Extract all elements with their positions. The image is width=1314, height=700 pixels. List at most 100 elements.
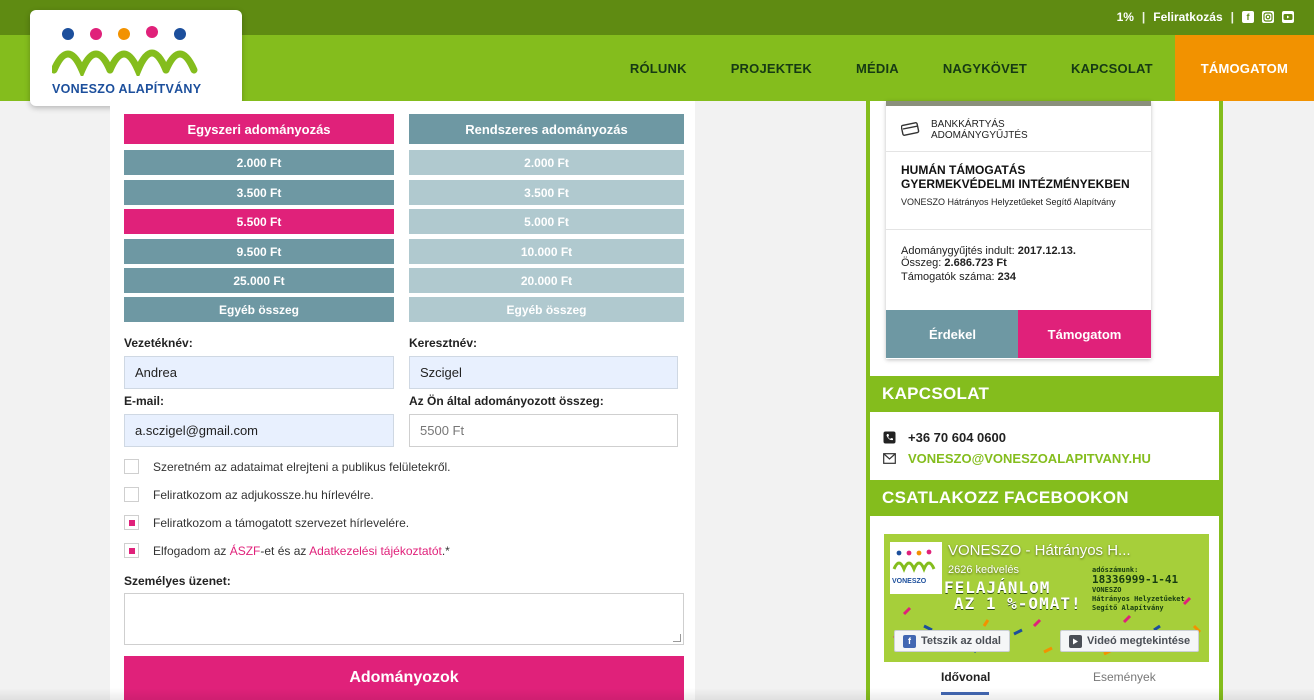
privacy-link[interactable]: Adatkezelési tájékoztatót [309, 544, 442, 558]
message-label: Személyes üzenet: [124, 574, 231, 588]
terms-pre-text: Elfogadom az [153, 543, 230, 558]
contact-heading: KAPCSOLAT [870, 376, 1223, 412]
tax-org-3: Segítő Alapítvány [1092, 604, 1164, 612]
sum-label: Összeg: [901, 257, 945, 269]
facebook-page-title[interactable]: VONESZO - Hátrányos H... [948, 542, 1131, 559]
bottom-shadow [0, 688, 1314, 700]
checkbox-row-newsletter-org: Feliratkozom a támogatott szervezet hírl… [124, 515, 409, 530]
newsletter-site-label: Feliratkozom az adjukossze.hu hírlevélre… [153, 487, 374, 502]
support-button[interactable]: Támogatom [1018, 310, 1151, 358]
one-percent-link[interactable]: 1% [1117, 10, 1134, 24]
terms-post-text: .* [441, 543, 450, 558]
resize-handle-icon[interactable] [673, 634, 681, 642]
amount-label: Az Ön által adományozott összeg: [409, 394, 604, 408]
tax-number: 18336999-1-41 [1092, 573, 1179, 586]
amount-recurring-option[interactable]: 3.500 Ft [409, 180, 684, 205]
tab-once-donation[interactable]: Egyszeri adományozás [124, 114, 394, 144]
facebook-heading: CSATLAKOZZ FACEBOOKON [870, 480, 1223, 516]
terms-checkbox[interactable] [124, 543, 139, 558]
amount-once-option[interactable]: 25.000 Ft [124, 268, 394, 293]
facebook-video-button[interactable]: Videó megtekintése [1060, 630, 1200, 652]
facebook-widget[interactable]: VONESZO VONESZO - Hátrányos H... 2626 ke… [884, 534, 1209, 662]
nav-item-projektek[interactable]: PROJEKTEK [709, 35, 834, 101]
amount-once-option[interactable]: 2.000 Ft [124, 150, 394, 175]
envelope-icon [883, 452, 896, 465]
amount-once-other[interactable]: Egyéb összeg [124, 297, 394, 322]
checkbox-row-newsletter-site: Feliratkozom az adjukossze.hu hírlevélre… [124, 487, 374, 502]
amount-recurring-other[interactable]: Egyéb összeg [409, 297, 684, 322]
campaign-card: BANKKÁRTYÁS ADOMÁNYGYŰJTÉS HUMÁN TÁMOGATÁ… [886, 101, 1151, 359]
amount-input[interactable]: 5500 Ft [409, 414, 678, 447]
campaign-type-line2: ADOMÁNYGYŰJTÉS [931, 130, 1028, 141]
nav-item-media[interactable]: MÉDIA [834, 35, 921, 101]
subscribe-link[interactable]: Feliratkozás [1153, 10, 1222, 24]
newsletter-org-checkbox[interactable] [124, 515, 139, 530]
facebook-logo-caption: VONESZO [892, 578, 927, 585]
checkbox-row-terms: Elfogadom az ÁSZF-et és az Adatkezelési … [124, 543, 450, 558]
campaign-organization: VONESZO Hátrányos Helyzetűeket Segítő Al… [901, 197, 1116, 207]
amount-recurring-option[interactable]: 5.000 Ft [409, 209, 684, 234]
amount-once-option[interactable]: 3.500 Ft [124, 180, 394, 205]
amount-once-option[interactable]: 9.500 Ft [124, 239, 394, 264]
campaign-type: BANKKÁRTYÁS ADOMÁNYGYŰJTÉS [900, 119, 1028, 141]
instagram-icon[interactable] [1262, 11, 1274, 23]
amount-recurring-option[interactable]: 2.000 Ft [409, 150, 684, 175]
hide-data-label: Szeretném az adataimat elrejteni a publi… [153, 459, 451, 474]
facebook-icon: f [903, 634, 916, 648]
campaign-supporters: Támogatók száma: 234 [901, 271, 1016, 283]
details-button[interactable]: Érdekel [886, 310, 1019, 358]
message-textarea[interactable] [124, 593, 684, 645]
nav-item-rolunk[interactable]: RÓLUNK [608, 35, 709, 101]
supporters-value: 234 [997, 271, 1016, 283]
nav-item-tamogatom[interactable]: TÁMOGATOM [1174, 35, 1314, 101]
campaign-sum: Összeg: 2.686.723 Ft [901, 257, 1007, 269]
promo-line2: AZ 1 %-OMAT! [954, 594, 1082, 613]
campaign-title[interactable]: HUMÁN TÁMOGATÁS GYERMEKVÉDELMI INTÉZMÉNY… [901, 163, 1141, 191]
started-value: 2017.12.13. [1017, 245, 1076, 257]
last-name-input[interactable]: Andrea [124, 356, 394, 389]
email-label: E-mail: [124, 394, 165, 408]
campaign-image [886, 101, 1151, 106]
email-input[interactable]: a.sczigel@gmail.com [124, 414, 394, 447]
separator: | [1230, 10, 1234, 24]
hide-data-checkbox[interactable] [124, 459, 139, 474]
amount-recurring-option[interactable]: 10.000 Ft [409, 239, 684, 264]
facebook-icon[interactable]: f [1242, 11, 1254, 23]
first-name-input[interactable]: Szcigel [409, 356, 678, 389]
amount-recurring-option[interactable]: 20.000 Ft [409, 268, 684, 293]
first-name-label: Keresztnév: [409, 336, 478, 350]
newsletter-site-checkbox[interactable] [124, 487, 139, 502]
facebook-video-label: Videó megtekintése [1087, 635, 1191, 647]
logo-text: VONESZO ALAPÍTVÁNY [52, 82, 202, 96]
logo-figures-icon [52, 26, 198, 76]
facebook-page-logo: VONESZO [890, 542, 942, 594]
tab-events[interactable]: Események [1093, 670, 1156, 684]
divider [886, 229, 1151, 230]
terms-mid-text: -et és az [260, 543, 310, 558]
aszf-link[interactable]: ÁSZF [230, 544, 261, 558]
nav-item-nagykovet[interactable]: NAGYKÖVET [921, 35, 1049, 101]
tax-org: VONESZO [1092, 586, 1122, 594]
started-label: Adománygyűjtés indult: [901, 245, 1018, 257]
tax-org-2: Hátrányos Helyzetűeket [1092, 595, 1185, 603]
campaign-type-line1: BANKKÁRTYÁS [931, 119, 1005, 130]
amount-once-option-selected[interactable]: 5.500 Ft [124, 209, 394, 234]
tab-recurring-donation[interactable]: Rendszeres adományozás [409, 114, 684, 144]
contact-phone: +36 70 604 0600 [883, 430, 1006, 445]
phone-number[interactable]: +36 70 604 0600 [908, 430, 1006, 445]
youtube-icon[interactable] [1282, 11, 1294, 23]
terms-label: Elfogadom az ÁSZF-et és az Adatkezelési … [153, 544, 450, 558]
phone-icon [883, 431, 896, 444]
nav-item-kapcsolat[interactable]: KAPCSOLAT [1049, 35, 1175, 101]
play-icon [1069, 634, 1082, 648]
logo[interactable]: VONESZO ALAPÍTVÁNY [30, 10, 242, 106]
contact-email: VONESZO@VONESZOALAPITVANY.HU [883, 451, 1151, 466]
facebook-like-button[interactable]: f Tetszik az oldal [894, 630, 1010, 652]
last-name-label: Vezetéknév: [124, 336, 193, 350]
divider [886, 151, 1151, 152]
top-links: 1% | Feliratkozás | f [1117, 10, 1294, 24]
supporters-label: Támogatók száma: [901, 271, 998, 283]
campaign-started: Adománygyűjtés indult: 2017.12.13. [901, 245, 1076, 257]
tab-timeline[interactable]: Idővonal [941, 670, 990, 684]
email-link[interactable]: VONESZO@VONESZOALAPITVANY.HU [908, 451, 1151, 466]
